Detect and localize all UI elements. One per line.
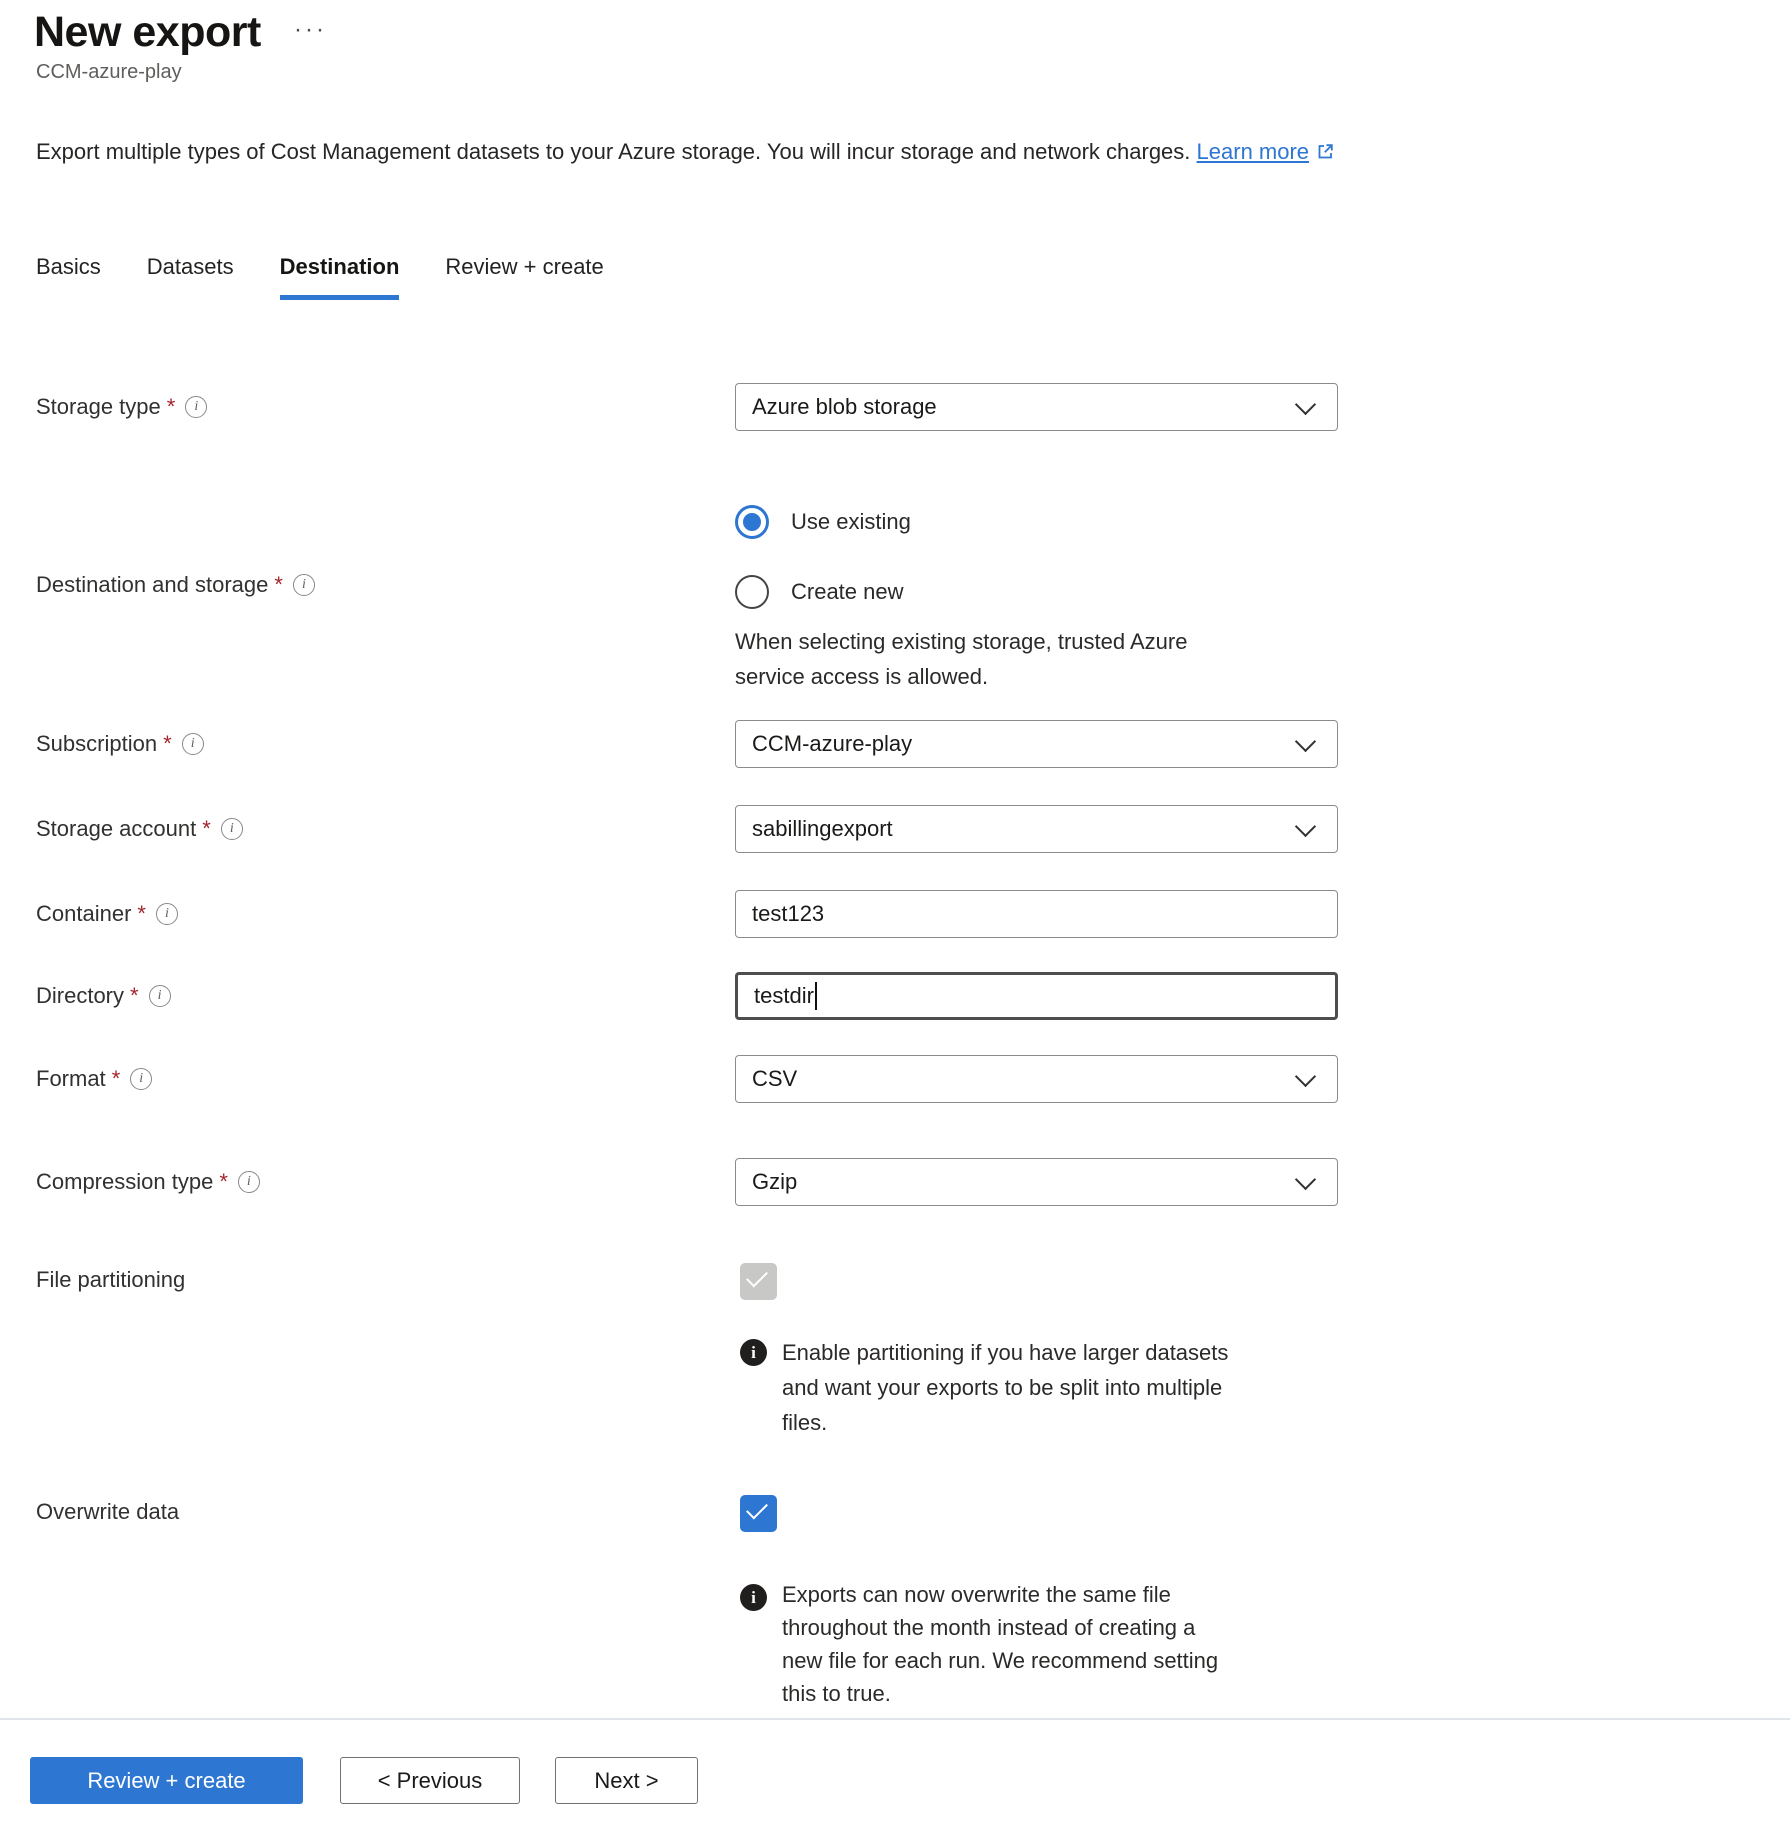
use-existing-option[interactable]: Use existing <box>735 505 911 539</box>
radio-selected-icon[interactable] <box>735 505 769 539</box>
file-partitioning-checkbox <box>740 1263 777 1300</box>
storage-account-dropdown[interactable]: sabillingexport <box>735 805 1338 853</box>
required-asterisk: * <box>163 731 172 757</box>
directory-input[interactable]: testdir <box>735 972 1338 1020</box>
format-label: Format * i <box>36 1066 152 1092</box>
page-title: New export <box>34 8 261 57</box>
chevron-down-icon <box>1295 816 1316 837</box>
chevron-down-icon <box>1295 731 1316 752</box>
subscription-dropdown[interactable]: CCM-azure-play <box>735 720 1338 768</box>
overwrite-data-label: Overwrite data <box>36 1499 179 1525</box>
info-icon[interactable]: i <box>238 1171 260 1193</box>
create-new-label: Create new <box>791 579 904 605</box>
required-asterisk: * <box>137 901 146 927</box>
create-new-option[interactable]: Create new <box>735 575 904 609</box>
required-asterisk: * <box>112 1066 121 1092</box>
compression-type-dropdown[interactable]: Gzip <box>735 1158 1338 1206</box>
tab-basics[interactable]: Basics <box>36 254 101 300</box>
footer-divider <box>0 1718 1790 1720</box>
file-partitioning-label: File partitioning <box>36 1267 185 1293</box>
info-icon[interactable]: i <box>221 818 243 840</box>
required-asterisk: * <box>274 572 283 598</box>
container-label: Container * i <box>36 901 178 927</box>
info-icon[interactable]: i <box>156 903 178 925</box>
external-link-icon <box>1315 141 1336 168</box>
info-icon[interactable]: i <box>293 574 315 596</box>
info-filled-icon: i <box>740 1339 767 1366</box>
info-icon[interactable]: i <box>149 985 171 1007</box>
use-existing-label: Use existing <box>791 509 911 535</box>
subscription-label: Subscription * i <box>36 731 204 757</box>
overwrite-data-checkbox[interactable] <box>740 1495 777 1532</box>
previous-button[interactable]: < Previous <box>340 1757 520 1804</box>
info-icon[interactable]: i <box>185 396 207 418</box>
next-button[interactable]: Next > <box>555 1757 698 1804</box>
required-asterisk: * <box>167 394 176 420</box>
container-input[interactable]: test123 <box>735 890 1338 938</box>
radio-unselected-icon[interactable] <box>735 575 769 609</box>
text-cursor <box>815 982 817 1010</box>
tab-destination[interactable]: Destination <box>280 254 400 300</box>
chevron-down-icon <box>1295 1066 1316 1087</box>
required-asterisk: * <box>130 983 139 1009</box>
destination-storage-label: Destination and storage * i <box>36 572 315 598</box>
storage-type-dropdown[interactable]: Azure blob storage <box>735 383 1338 431</box>
required-asterisk: * <box>219 1169 228 1195</box>
learn-more-link[interactable]: Learn more <box>1197 139 1310 164</box>
required-asterisk: * <box>202 816 211 842</box>
storage-type-label: Storage type * i <box>36 394 207 420</box>
info-icon[interactable]: i <box>130 1068 152 1090</box>
description-text: Export multiple types of Cost Management… <box>36 139 1336 168</box>
new-export-blade: New export ··· CCM-azure-play Export mul… <box>0 0 1790 1832</box>
directory-label: Directory * i <box>36 983 171 1009</box>
wizard-tabs: Basics Datasets Destination Review + cre… <box>36 254 604 300</box>
more-options-button[interactable]: ··· <box>294 16 327 44</box>
chevron-down-icon <box>1295 394 1316 415</box>
tab-review-create[interactable]: Review + create <box>445 254 603 300</box>
chevron-down-icon <box>1295 1169 1316 1190</box>
breadcrumb-subscription: CCM-azure-play <box>36 61 182 84</box>
storage-account-label: Storage account * i <box>36 816 243 842</box>
format-dropdown[interactable]: CSV <box>735 1055 1338 1103</box>
description-body: Export multiple types of Cost Management… <box>36 139 1190 164</box>
existing-storage-helper-text: When selecting existing storage, trusted… <box>735 624 1187 694</box>
compression-type-label: Compression type * i <box>36 1169 260 1195</box>
file-partitioning-info-text: Enable partitioning if you have larger d… <box>782 1335 1228 1440</box>
info-filled-icon: i <box>740 1584 767 1611</box>
overwrite-data-info-text: Exports can now overwrite the same file … <box>782 1578 1218 1710</box>
review-create-button[interactable]: Review + create <box>30 1757 303 1804</box>
tab-datasets[interactable]: Datasets <box>147 254 234 300</box>
info-icon[interactable]: i <box>182 733 204 755</box>
